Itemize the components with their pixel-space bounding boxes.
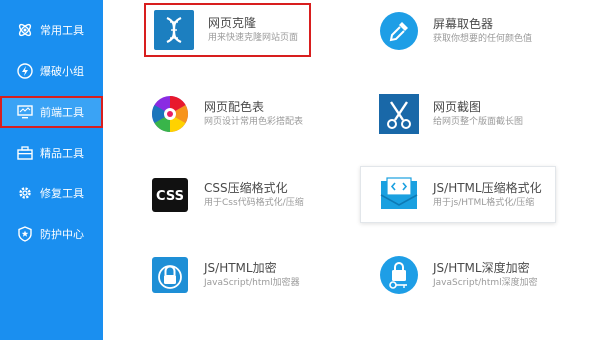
lock-icon: [150, 255, 190, 295]
tool-screen-color-picker[interactable]: 屏幕取色器 获取你想要的任何颜色值: [379, 11, 532, 51]
tool-name: 网页配色表: [204, 100, 265, 114]
sidebar-item-label: 爆破小组: [40, 65, 84, 78]
code-envelope-icon: [379, 175, 419, 215]
sidebar-item-repair-tools[interactable]: 修复工具: [0, 178, 103, 208]
tool-css-formatter[interactable]: CSS CSS压缩格式化 用于Css代码格式化/压缩: [150, 175, 304, 215]
tool-description: JavaScript/html深度加密: [433, 278, 538, 288]
tool-name: JS/HTML压缩格式化: [433, 180, 542, 195]
sidebar-item-label: 前端工具: [40, 106, 84, 119]
sidebar: 常用工具 爆破小组 前端工具 精品工具 修复工具 防护中心: [0, 0, 103, 340]
sidebar-item-label: 修复工具: [40, 187, 84, 200]
tool-description: 获取你想要的任何颜色值: [433, 34, 533, 44]
atom-icon: [17, 22, 33, 38]
monitor-icon: [17, 104, 33, 120]
lock-key-icon: [379, 255, 419, 295]
tool-name: 屏幕取色器: [433, 17, 494, 31]
sidebar-item-common-tools[interactable]: 常用工具: [0, 15, 103, 45]
tool-name: CSS压缩格式化: [204, 181, 288, 195]
tool-web-color-palette[interactable]: 网页配色表 网页设计常用色彩搭配表: [150, 94, 303, 134]
tool-web-clone[interactable]: 网页克隆 用来快速克隆网站页面: [144, 3, 311, 57]
tool-js-html-deep-encrypt[interactable]: JS/HTML深度加密 JavaScript/html深度加密: [379, 255, 538, 295]
tool-description: JavaScript/html加密器: [204, 278, 300, 288]
css-icon: CSS: [150, 175, 190, 215]
sidebar-item-premium-tools[interactable]: 精品工具: [0, 138, 103, 168]
scissors-icon: [379, 94, 419, 134]
tool-description: 网页设计常用色彩搭配表: [204, 117, 304, 127]
dna-icon: [154, 10, 194, 50]
css-badge-text: CSS: [156, 189, 184, 204]
sidebar-item-label: 防护中心: [40, 228, 84, 241]
tool-js-html-encrypt[interactable]: JS/HTML加密 JavaScript/html加密器: [150, 255, 300, 295]
eyedropper-icon: [379, 11, 419, 51]
sidebar-item-crack-group[interactable]: 爆破小组: [0, 56, 103, 86]
lightning-icon: [17, 63, 33, 79]
tool-description: 用于js/HTML格式化/压缩: [433, 197, 535, 208]
tool-name: 网页截图: [433, 100, 482, 114]
sidebar-item-frontend-tools[interactable]: 前端工具: [0, 96, 103, 128]
tool-name: JS/HTML加密: [204, 261, 277, 275]
color-wheel-icon: [150, 94, 190, 134]
tool-web-screenshot[interactable]: 网页截图 给网页整个版面截长图: [379, 94, 523, 134]
tool-name: JS/HTML深度加密: [433, 261, 530, 275]
tool-js-html-formatter[interactable]: JS/HTML压缩格式化 用于js/HTML格式化/压缩: [360, 166, 556, 223]
tool-description: 用来快速克隆网站页面: [208, 33, 299, 43]
toolbox-icon: [17, 145, 33, 161]
sidebar-item-label: 常用工具: [40, 24, 84, 37]
tool-name: 网页克隆: [208, 16, 257, 30]
tool-description: 用于Css代码格式化/压缩: [204, 198, 304, 208]
shield-icon: [17, 226, 33, 242]
tool-description: 给网页整个版面截长图: [433, 117, 524, 127]
sidebar-item-protection-center[interactable]: 防护中心: [0, 219, 103, 249]
sidebar-item-label: 精品工具: [40, 147, 84, 160]
gear-icon: [17, 185, 33, 201]
